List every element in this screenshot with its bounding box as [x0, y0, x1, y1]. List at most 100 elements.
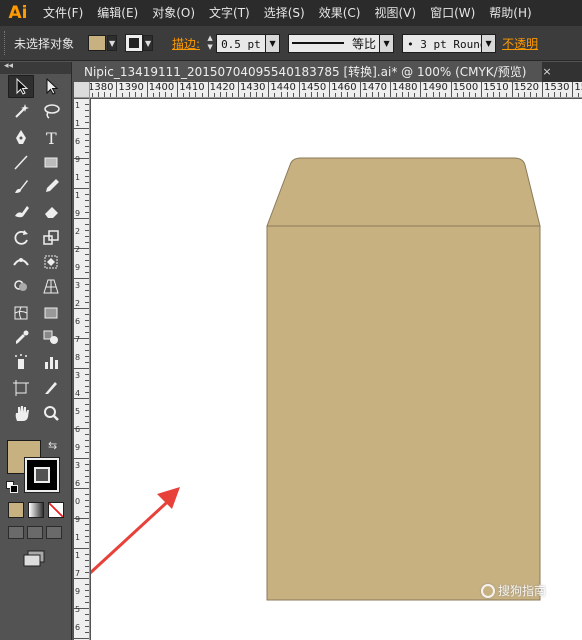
- stroke-weight-input[interactable]: 0.5 pt: [216, 33, 267, 53]
- menu-type[interactable]: 文字(T): [202, 0, 257, 26]
- chevron-down-icon[interactable]: ▼: [107, 35, 118, 51]
- tool-row: [0, 99, 71, 124]
- column-graph-tool-icon[interactable]: [38, 350, 64, 373]
- ruler-minor-tick: [122, 93, 124, 97]
- color-mode-button[interactable]: [8, 502, 24, 518]
- selection-tool-icon[interactable]: [8, 74, 34, 98]
- shape-builder-tool-icon[interactable]: [8, 275, 34, 298]
- close-icon[interactable]: ×: [540, 62, 554, 82]
- brush-definition-field[interactable]: • 3 pt Round: [402, 33, 483, 53]
- artboard-canvas[interactable]: 搜狗指南: [91, 99, 582, 640]
- symbol-sprayer-tool-icon[interactable]: [8, 350, 34, 373]
- pencil-tool-icon[interactable]: [38, 175, 64, 198]
- ruler-tick: [74, 218, 89, 219]
- stroke-swatch[interactable]: [125, 34, 144, 52]
- ruler-tick: [85, 260, 89, 261]
- slice-tool-icon[interactable]: [38, 377, 64, 400]
- horizontal-ruler[interactable]: 1380 1390 1400 1410 1420 1430 1440 1450 1460 1470…: [90, 82, 582, 98]
- ruler-minor-tick: [426, 93, 428, 97]
- direct-selection-tool-icon[interactable]: [38, 75, 64, 98]
- ruler-label: 6: [75, 317, 81, 326]
- ruler-minor-tick: [92, 93, 94, 97]
- document-tab[interactable]: Nipic_13419111_20150704095540183785 [转换]…: [74, 62, 542, 82]
- fill-swatch[interactable]: [88, 35, 107, 51]
- ruler-label: 9: [75, 263, 81, 272]
- chevron-down-icon[interactable]: ▼: [482, 33, 497, 53]
- gradient-mode-button[interactable]: [28, 502, 44, 518]
- ruler-tick: [85, 554, 89, 555]
- blob-brush-tool-icon[interactable]: [8, 199, 34, 222]
- ruler-origin[interactable]: [74, 82, 90, 98]
- eraser-tool-icon[interactable]: [38, 199, 64, 222]
- menu-select[interactable]: 选择(S): [257, 0, 312, 26]
- opacity-label[interactable]: 不透明: [502, 35, 538, 52]
- stroke-label[interactable]: 描边:: [172, 35, 200, 52]
- ruler-minor-tick: [414, 93, 416, 97]
- ruler-label: 9: [75, 209, 81, 218]
- stroke-color-picker[interactable]: ▼: [125, 33, 158, 53]
- type-tool-icon[interactable]: T: [38, 126, 64, 149]
- ruler-major-tick: [450, 82, 452, 97]
- swap-fill-stroke-icon[interactable]: ⇆: [48, 439, 57, 452]
- scale-tool-icon[interactable]: [38, 226, 64, 249]
- chevron-down-icon[interactable]: ▼: [143, 35, 154, 51]
- ruler-tick: [85, 272, 89, 273]
- stroke-swatch[interactable]: [24, 457, 60, 493]
- ruler-minor-tick: [262, 93, 264, 97]
- draw-inside-button[interactable]: [46, 526, 62, 539]
- rotate-tool-icon[interactable]: [8, 226, 34, 249]
- magic-wand-tool-icon[interactable]: [8, 99, 34, 122]
- menu-file[interactable]: 文件(F): [36, 0, 90, 26]
- menu-object[interactable]: 对象(O): [145, 0, 202, 26]
- zoom-tool-icon[interactable]: [38, 401, 64, 424]
- perspective-grid-tool-icon[interactable]: [38, 275, 64, 298]
- stroke-weight-control[interactable]: ▲ ▼ 0.5 pt ▼: [204, 33, 281, 53]
- ruler-label: 2: [75, 227, 81, 236]
- chevron-down-icon[interactable]: ▼: [380, 33, 395, 53]
- ruler-major-tick: [329, 82, 331, 97]
- ruler-tick: [85, 290, 89, 291]
- control-bar: 未选择对象 ▼ ▼ 描边: ▲ ▼ 0.5 pt ▼ 等比 ▼ • 3 pt Ro…: [0, 26, 582, 61]
- vertical-ruler[interactable]: 1 1 6 9 1 1 9 2 2 9 3 2 6 7 8 3 4 5 6 9 3 6 0 9 1 1 7 9 5 6: [74, 98, 90, 640]
- rectangle-tool-icon[interactable]: [38, 150, 64, 173]
- ruler-tick: [85, 422, 89, 423]
- envelope-body[interactable]: [266, 225, 541, 601]
- draw-behind-button[interactable]: [27, 526, 43, 539]
- tools-panel-header[interactable]: ◂◂: [0, 61, 71, 74]
- eyedropper-tool-icon[interactable]: [8, 326, 34, 349]
- gradient-tool-icon[interactable]: [38, 301, 64, 324]
- ruler-tick: [85, 140, 89, 141]
- free-transform-tool-icon[interactable]: [38, 250, 64, 273]
- chevron-down-icon[interactable]: ▼: [266, 33, 281, 53]
- menu-window[interactable]: 窗口(W): [423, 0, 482, 26]
- panel-grip[interactable]: [4, 31, 8, 55]
- artboard-tool-icon[interactable]: [8, 377, 34, 400]
- width-tool-icon[interactable]: [8, 250, 34, 273]
- ruler-minor-tick: [475, 93, 477, 97]
- default-colors-icon[interactable]: [6, 481, 18, 493]
- ruler-major-tick: [177, 82, 179, 97]
- fill-color-picker[interactable]: ▼: [88, 33, 120, 53]
- line-tool-icon[interactable]: [8, 150, 34, 173]
- envelope-flap[interactable]: [266, 157, 541, 227]
- screen-mode-icon[interactable]: [22, 550, 46, 568]
- ruler-tick: [85, 602, 89, 603]
- variable-width-profile[interactable]: 等比: [288, 33, 381, 53]
- blend-tool-icon[interactable]: [38, 326, 64, 349]
- tool-row: [0, 150, 71, 175]
- menu-edit[interactable]: 编辑(E): [90, 0, 145, 26]
- draw-normal-button[interactable]: [8, 526, 24, 539]
- tool-row: T: [0, 125, 71, 150]
- menu-help[interactable]: 帮助(H): [482, 0, 538, 26]
- ruler-tick: [85, 122, 89, 123]
- pen-tool-icon[interactable]: [8, 126, 34, 149]
- none-mode-button[interactable]: [48, 502, 64, 518]
- hand-tool-icon[interactable]: [8, 401, 34, 424]
- collapse-icon[interactable]: ◂◂: [4, 61, 13, 71]
- lasso-tool-icon[interactable]: [38, 99, 64, 122]
- menu-view[interactable]: 视图(V): [367, 0, 423, 26]
- mesh-tool-icon[interactable]: [8, 301, 34, 324]
- menu-effect[interactable]: 效果(C): [312, 0, 368, 26]
- paintbrush-tool-icon[interactable]: [8, 175, 34, 198]
- stepper-arrows-icon[interactable]: ▲ ▼: [204, 33, 216, 53]
